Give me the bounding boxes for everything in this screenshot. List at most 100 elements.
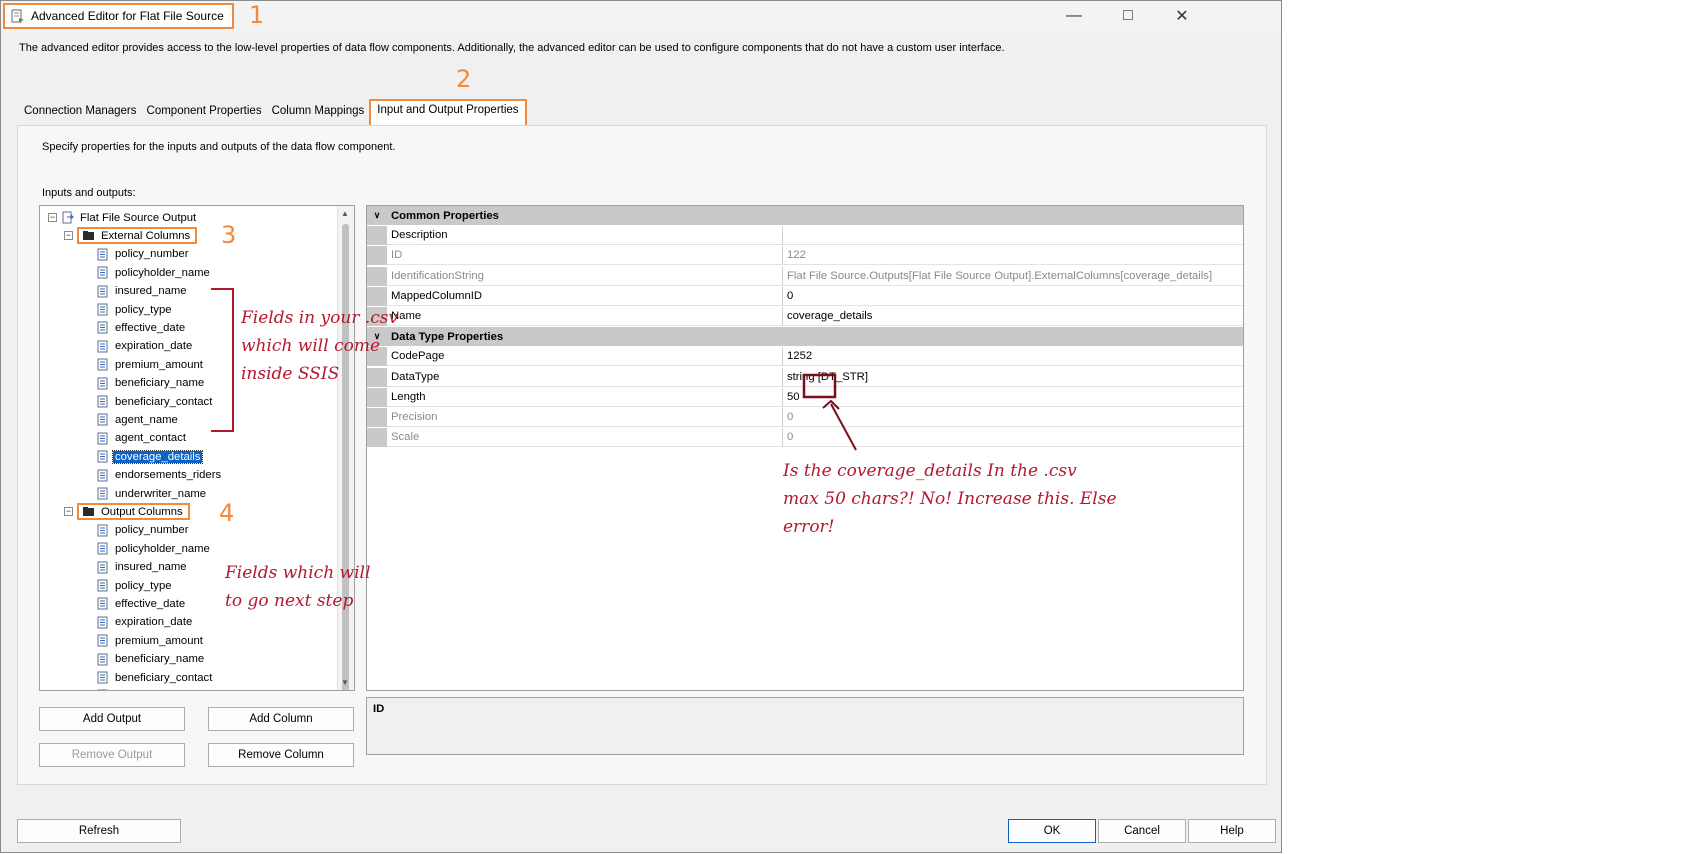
property-name: ID: [387, 246, 783, 266]
property-row[interactable]: IdentificationString Flat File Source.Out…: [367, 266, 1243, 286]
tree-item-output-column[interactable]: beneficiary_name: [96, 651, 206, 668]
output-columns-highlight: Output Columns: [77, 503, 190, 521]
tab-input-output-properties[interactable]: Input and Output Properties: [369, 99, 527, 126]
note-line: max 50 chars?! No! Increase this. Else: [783, 489, 1117, 509]
property-row[interactable]: ID 122: [367, 246, 1243, 266]
tree-item-external-column[interactable]: beneficiary_contact: [96, 393, 214, 410]
note-line: inside SSIS: [241, 364, 340, 384]
add-column-button[interactable]: Add Column: [208, 707, 354, 731]
tree-item-output-column[interactable]: insured_name: [96, 559, 189, 576]
chevron-down-icon[interactable]: ∨: [367, 206, 387, 225]
tab-column-mappings[interactable]: Column Mappings: [267, 101, 370, 125]
property-row[interactable]: Scale 0: [367, 428, 1243, 448]
tree-item-external-column[interactable]: coverage_details: [96, 448, 204, 465]
category-label: Data Type Properties: [391, 330, 504, 343]
tree-item-external-column[interactable]: endorsements_riders: [96, 467, 223, 484]
column-icon: [97, 377, 108, 390]
property-grid[interactable]: ∨ Common Properties Description ID 122 Identi…: [366, 205, 1244, 691]
property-category[interactable]: ∨ Common Properties: [367, 206, 1243, 225]
column-icon: [97, 285, 108, 298]
tree-item-output-column[interactable]: expiration_date: [96, 614, 194, 631]
column-icon: [97, 634, 108, 647]
note-line: to go next step: [225, 591, 354, 611]
property-value[interactable]: 1252: [783, 347, 1243, 367]
tree-scrollbar[interactable]: ▲ ▼: [337, 206, 354, 690]
category-label: Common Properties: [391, 209, 499, 222]
tree-label: policy_type: [115, 303, 172, 316]
column-icon: [97, 671, 108, 684]
maximize-icon[interactable]: □: [1113, 5, 1143, 27]
tree-label: policyholder_name: [115, 266, 210, 279]
tree-item-output-column[interactable]: effective_date: [96, 595, 187, 612]
tree-item-external-column[interactable]: agent_name: [96, 411, 180, 428]
folder-icon: [83, 507, 94, 517]
property-value[interactable]: 0: [783, 287, 1243, 306]
tree-item-output-column[interactable]: beneficiary_contact: [96, 669, 214, 686]
tree-item-external-column[interactable]: beneficiary_name: [96, 375, 206, 392]
tree-item-external-column[interactable]: agent_contact: [96, 430, 188, 447]
scroll-up-icon[interactable]: ▲: [341, 209, 349, 218]
grid-gutter: [367, 408, 387, 427]
tab-connection-managers[interactable]: Connection Managers: [19, 101, 142, 125]
tree-item-output-column[interactable]: agent_name: [96, 687, 180, 690]
tree-item-external-column[interactable]: underwriter_name: [96, 485, 208, 502]
inputs-outputs-tree[interactable]: ▲ ▼ − Flat File Source Output − External Co…: [39, 205, 355, 691]
property-row[interactable]: DataType string [DT_STR]: [367, 367, 1243, 387]
help-button[interactable]: Help: [1188, 819, 1276, 843]
tree-item-external-column[interactable]: policy_type: [96, 301, 174, 318]
column-icon: [97, 616, 108, 629]
tree-item-external-column[interactable]: policy_number: [96, 246, 190, 263]
note-line: Fields in your .csv: [241, 308, 399, 328]
collapse-icon[interactable]: −: [64, 507, 73, 517]
ok-button[interactable]: OK: [1008, 819, 1096, 843]
property-value[interactable]: 50: [783, 388, 1243, 407]
property-row[interactable]: Description: [367, 226, 1243, 246]
tree-label: policy_type: [115, 579, 172, 592]
property-row[interactable]: Name coverage_details: [367, 307, 1243, 326]
tree-item-external-column[interactable]: policyholder_name: [96, 264, 212, 281]
tree-item-external-column[interactable]: expiration_date: [96, 338, 194, 355]
tree-item-external-column[interactable]: insured_name: [96, 283, 189, 300]
column-icon: [97, 321, 108, 334]
tree-node-output[interactable]: − Flat File Source Output: [48, 209, 198, 226]
close-icon[interactable]: ✕: [1167, 5, 1197, 27]
property-value[interactable]: string [DT_STR]: [783, 368, 1243, 387]
tree-item-external-column[interactable]: effective_date: [96, 319, 187, 336]
tree-item-output-column[interactable]: policyholder_name: [96, 540, 212, 557]
tree-label: insured_name: [115, 561, 187, 574]
tree-node-external-columns[interactable]: − External Columns: [64, 227, 198, 245]
flat-file-source-icon: [11, 9, 24, 23]
remove-output-button[interactable]: Remove Output: [39, 743, 185, 767]
collapse-icon[interactable]: −: [48, 213, 57, 222]
minimize-icon[interactable]: —: [1059, 5, 1089, 27]
tree-label: endorsements_riders: [115, 469, 222, 482]
property-row[interactable]: Length 50: [367, 387, 1243, 407]
cancel-button[interactable]: Cancel: [1098, 819, 1186, 843]
property-value[interactable]: [783, 226, 1243, 246]
scroll-down-icon[interactable]: ▼: [341, 678, 349, 687]
tab-component-properties[interactable]: Component Properties: [142, 101, 267, 125]
column-icon: [97, 413, 108, 426]
property-row[interactable]: Precision 0: [367, 408, 1243, 427]
tab-strip: Connection Managers Component Properties…: [19, 99, 527, 126]
collapse-icon[interactable]: −: [64, 231, 73, 241]
remove-column-button[interactable]: Remove Column: [208, 743, 354, 767]
add-output-button[interactable]: Add Output: [39, 707, 185, 731]
tree-node-output-columns[interactable]: − Output Columns: [64, 503, 190, 521]
tree-label: beneficiary_contact: [115, 395, 213, 408]
column-icon: [97, 450, 108, 463]
property-value[interactable]: coverage_details: [783, 307, 1243, 326]
property-row[interactable]: MappedColumnID 0: [367, 286, 1243, 306]
property-name: Length: [387, 387, 783, 407]
refresh-button[interactable]: Refresh: [17, 819, 181, 843]
external-columns-highlight: External Columns: [77, 227, 198, 245]
tree-item-output-column[interactable]: premium_amount: [96, 632, 205, 649]
tree-item-external-column[interactable]: premium_amount: [96, 356, 205, 373]
property-value: Flat File Source.Outputs[Flat File Sourc…: [783, 267, 1243, 286]
scrollbar-thumb[interactable]: [342, 224, 349, 690]
tree-item-output-column[interactable]: policy_number: [96, 522, 190, 539]
tree-item-output-column[interactable]: policy_type: [96, 577, 174, 594]
column-icon: [97, 395, 108, 408]
property-category[interactable]: ∨ Data Type Properties: [367, 327, 1243, 347]
property-row[interactable]: CodePage 1252: [367, 347, 1243, 367]
